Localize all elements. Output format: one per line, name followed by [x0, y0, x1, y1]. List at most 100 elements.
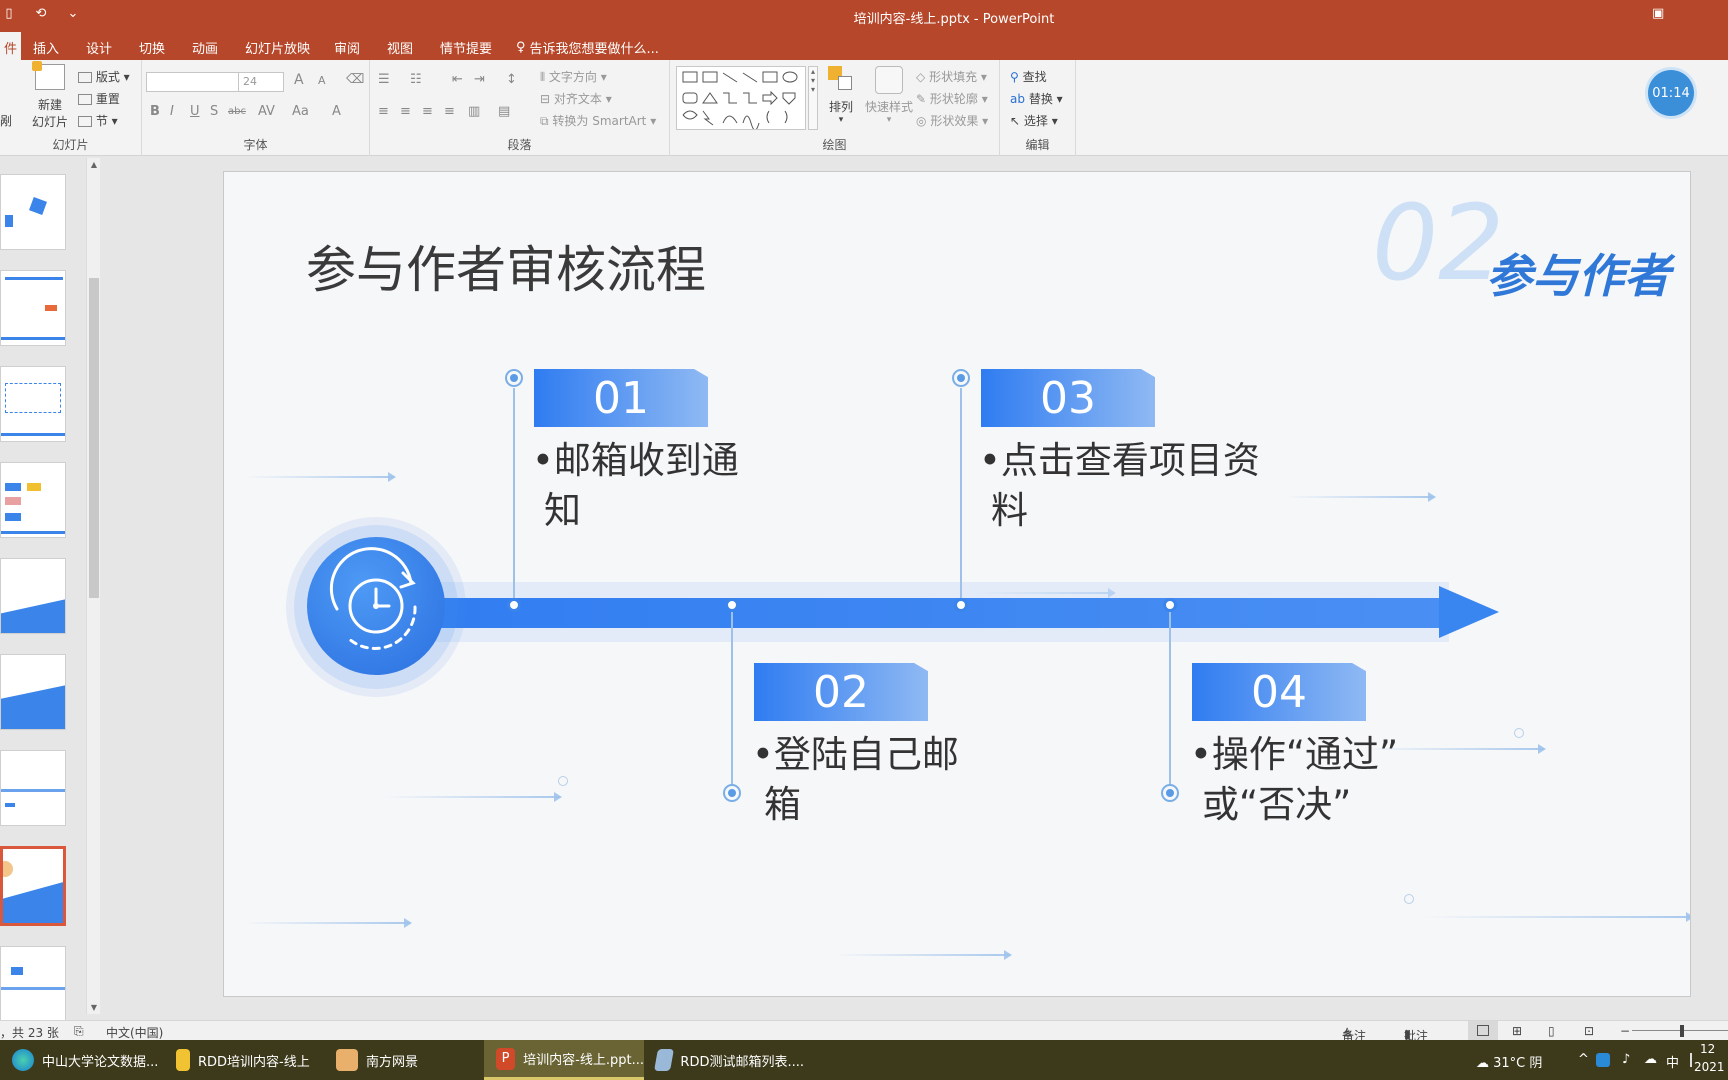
slide-thumbnail[interactable] [0, 946, 66, 1022]
recording-timer[interactable]: 01:14 [1648, 70, 1694, 116]
slide-thumbnail[interactable] [0, 462, 66, 538]
font-shrink-button[interactable]: A [318, 74, 326, 87]
tab-slideshow[interactable]: 幻灯片放映 [245, 38, 310, 57]
tab-review[interactable]: 审阅 [334, 38, 360, 57]
bold-button[interactable]: B [150, 104, 160, 119]
align-text-button[interactable]: ⊟ 对齐文本 ▾ [540, 90, 612, 107]
slide-title[interactable]: 参与作者审核流程 [306, 230, 706, 302]
find-button[interactable]: ⚲ 查找 [1010, 68, 1047, 85]
select-button[interactable]: ↖ 选择 ▾ [1010, 112, 1058, 129]
taskbar-item-folder[interactable]: RDD培训内容-线上 [164, 1040, 324, 1080]
security-tray-icon[interactable] [1596, 1053, 1610, 1067]
reading-view-icon[interactable]: ▯ [1548, 1024, 1555, 1038]
tab-insert[interactable]: 插入 [33, 38, 59, 57]
justify-icon[interactable]: ≡ [444, 104, 455, 119]
font-color-button[interactable]: A [332, 104, 341, 119]
step-text-line: •操作“通过” [1190, 733, 1399, 776]
tab-view[interactable]: 视图 [387, 38, 413, 57]
change-case-button[interactable]: Aa [292, 104, 309, 119]
normal-view-icon[interactable] [1468, 1021, 1498, 1041]
distributed-icon[interactable]: ▥ [468, 104, 480, 119]
tab-transitions[interactable]: 切换 [139, 38, 165, 57]
font-grow-button[interactable]: A [294, 72, 304, 88]
layout-button[interactable]: 版式 ▾ [78, 68, 130, 85]
numbering-icon[interactable]: ☷ [410, 72, 422, 87]
char-spacing-button[interactable]: AV [258, 104, 275, 119]
text-direction-button[interactable]: ⫴ 文字方向 ▾ [540, 68, 607, 85]
taskbar-item-browser[interactable]: 中山大学论文数据... [0, 1040, 162, 1080]
clock-date[interactable]: 2021 [1694, 1060, 1725, 1074]
slide-thumbnail[interactable] [0, 750, 66, 826]
zoom-out-icon[interactable]: − [1620, 1024, 1630, 1038]
section-button[interactable]: 节 ▾ [78, 112, 118, 129]
slide-sorter-icon[interactable]: ⊞ [1512, 1024, 1522, 1038]
language-indicator[interactable]: 中文(中国) [106, 1024, 163, 1041]
slide-thumbnail[interactable] [0, 366, 66, 442]
font-name-input[interactable] [146, 72, 240, 92]
step-number-box[interactable]: 02 [754, 663, 928, 721]
arrange-button[interactable]: 排列 ▾ [822, 66, 860, 125]
tab-animations[interactable]: 动画 [192, 38, 218, 57]
replace-icon: ab [1010, 92, 1025, 106]
align-center-icon[interactable]: ≡ [400, 104, 411, 119]
step-number-box[interactable]: 04 [1192, 663, 1366, 721]
shape-outline-button[interactable]: ✎ 形状轮廓 ▾ [916, 90, 988, 107]
line-spacing-icon[interactable]: ↕ [506, 72, 517, 87]
replace-button[interactable]: ab 替换 ▾ [1010, 90, 1063, 107]
slide-canvas[interactable]: 参与作者审核流程 02 参与作者 01 •邮箱收到通 知 02 •登陆自己邮 箱… [223, 171, 1691, 997]
font-size-input[interactable]: 24 [238, 72, 284, 92]
show-hidden-icons[interactable]: ^ [1578, 1052, 1589, 1067]
thumbnail-scrollbar[interactable]: ▲ ▼ [86, 158, 100, 1014]
step-description[interactable]: •登陆自己邮 箱 [752, 730, 959, 830]
clock-time[interactable]: 12 [1700, 1042, 1715, 1056]
tab-design[interactable]: 设计 [86, 38, 112, 57]
strikethrough-button[interactable]: abc [228, 106, 246, 117]
align-left-icon[interactable]: ≡ [378, 104, 389, 119]
taskbar-item-label: 培训内容-线上.ppt... [523, 1053, 644, 1068]
slideshow-view-icon[interactable]: ⊡ [1584, 1024, 1594, 1038]
step-description[interactable]: •邮箱收到通 知 [532, 436, 739, 536]
taskbar-item-document[interactable]: RDD测试邮箱列表.... [644, 1040, 804, 1080]
new-slide-button[interactable]: 新建 幻灯片 [30, 61, 70, 130]
slide-thumbnail[interactable] [0, 174, 66, 250]
increase-indent-icon[interactable]: ⇥ [474, 72, 485, 87]
tab-storyboard[interactable]: 情节提要 [440, 38, 492, 57]
align-right-icon[interactable]: ≡ [422, 104, 433, 119]
italic-button[interactable]: I [170, 104, 174, 119]
taskbar-item-powerpoint[interactable]: P 培训内容-线上.ppt... [484, 1040, 644, 1080]
tell-me-search[interactable]: ♀ 告诉我您想要做什么... [516, 38, 659, 57]
slide-thumbnail[interactable] [0, 558, 66, 634]
shapes-more-button[interactable]: ▴ ▾ ▾ [808, 66, 818, 130]
tab-file[interactable]: 件 [0, 32, 22, 60]
underline-button[interactable]: U [190, 104, 200, 119]
scroll-down-icon[interactable]: ▼ [89, 1003, 99, 1012]
network-cloud-icon[interactable]: ☁ [1644, 1052, 1657, 1067]
shapes-gallery[interactable] [676, 66, 806, 131]
step-number-box[interactable]: 01 [534, 369, 708, 427]
scroll-up-icon[interactable]: ▲ [89, 160, 99, 169]
shadow-button[interactable]: S [210, 104, 218, 119]
input-method-indicator[interactable]: 中 [1666, 1052, 1679, 1071]
step-description[interactable]: •点击查看项目资 料 [979, 436, 1260, 536]
slide-thumbnail[interactable] [0, 270, 66, 346]
shape-fill-button[interactable]: ◇ 形状填充 ▾ [916, 68, 987, 85]
quick-styles-button[interactable]: 快速样式 ▾ [862, 66, 916, 125]
clear-format-icon[interactable]: ⌫ [346, 72, 364, 87]
slide-thumbnail[interactable] [0, 654, 66, 730]
convert-smartart-button[interactable]: ⧉ 转换为 SmartArt ▾ [540, 112, 656, 129]
step-description[interactable]: •操作“通过” 或“否决” [1190, 730, 1398, 830]
shape-effects-button[interactable]: ◎ 形状效果 ▾ [916, 112, 988, 129]
taskbar-item-app[interactable]: 南方网景 [324, 1040, 484, 1080]
slide-thumbnail-current[interactable] [0, 846, 66, 926]
weather-widget[interactable]: ☁ 31°C 阴 [1476, 1052, 1542, 1071]
columns-icon[interactable]: ▤ [498, 104, 510, 119]
restore-window-icon[interactable]: ▣ [1652, 6, 1664, 21]
bullets-icon[interactable]: ☰ [378, 72, 390, 87]
microphone-icon[interactable]: ♪ [1622, 1052, 1630, 1067]
decrease-indent-icon[interactable]: ⇤ [452, 72, 463, 87]
scroll-thumb[interactable] [89, 278, 99, 598]
zoom-slider-thumb[interactable] [1680, 1025, 1684, 1037]
step-number-box[interactable]: 03 [981, 369, 1155, 427]
spellcheck-icon[interactable]: ⎘ [74, 1024, 84, 1039]
reset-button[interactable]: 重置 [78, 90, 120, 107]
